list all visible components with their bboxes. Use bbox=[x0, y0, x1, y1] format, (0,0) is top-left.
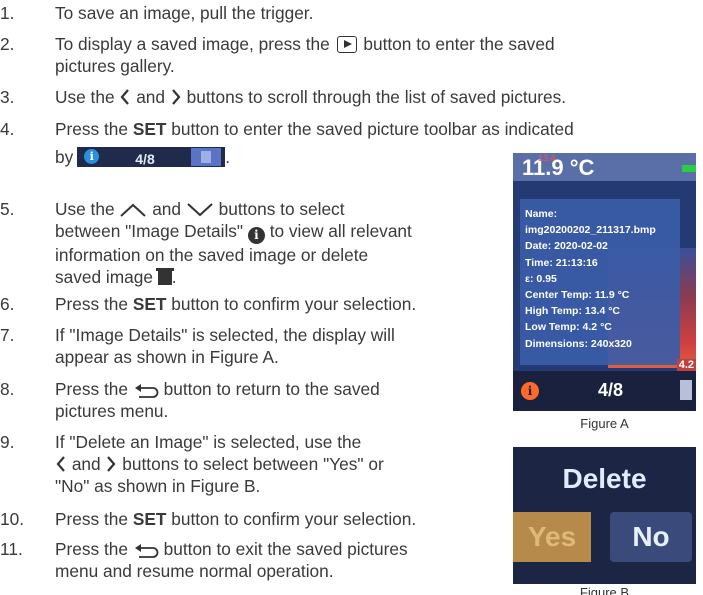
step-text: to view all relevant bbox=[269, 221, 412, 241]
step-number: 7. bbox=[0, 325, 15, 345]
no-button: No bbox=[610, 512, 692, 562]
toolbar-counter: 4/8 bbox=[135, 151, 155, 167]
play-button-icon bbox=[336, 36, 357, 53]
figure-b-caption: Figure B bbox=[579, 586, 630, 595]
detail-line: Name: bbox=[525, 208, 558, 220]
step-text: and bbox=[71, 454, 101, 474]
step-text: If "Image Details" is selected, the disp… bbox=[55, 325, 395, 345]
info-icon: i bbox=[247, 227, 265, 244]
figure-b-screen: Delete Yes No bbox=[513, 447, 696, 584]
trash-icon bbox=[680, 380, 692, 400]
step-number: 1. bbox=[0, 3, 15, 23]
step-number: 8. bbox=[0, 379, 15, 399]
step-text: Use the bbox=[55, 199, 115, 219]
step-text: button to return to the saved bbox=[163, 379, 380, 399]
chevron-right-icon bbox=[172, 89, 181, 105]
temperature-readout: 11.9 °C bbox=[522, 155, 595, 180]
chevron-left-icon bbox=[56, 456, 65, 472]
step-text: and bbox=[136, 87, 166, 107]
step-text: pictures menu. bbox=[55, 401, 169, 421]
step-number: 9. bbox=[0, 432, 15, 452]
step-number: 6. bbox=[0, 294, 15, 314]
detail-line: ε: 0.95 bbox=[525, 272, 557, 285]
image-counter: 4/8 bbox=[598, 380, 624, 400]
detail-line: Center Temp: 11.9 °C bbox=[525, 289, 630, 302]
saved-picture-toolbar-image: i 4/8 bbox=[77, 147, 226, 167]
step-text: Press the bbox=[55, 119, 128, 139]
step-text: Use the bbox=[55, 87, 115, 107]
figure-a-screen: 11.9 °C 13.4 Name: img20200202_211317.bm… bbox=[513, 153, 696, 411]
step-number: 11. bbox=[0, 539, 23, 559]
step-text: button to confirm your selection. bbox=[171, 294, 417, 314]
step-text: To display a saved image, press the bbox=[55, 34, 330, 54]
step-text: menu and resume normal operation. bbox=[55, 561, 334, 581]
step-text: To save an image, pull the trigger. bbox=[55, 3, 314, 23]
step-text: "No" as shown in Figure B. bbox=[55, 476, 261, 496]
set-label: SET bbox=[132, 509, 167, 529]
trash-icon bbox=[155, 268, 174, 285]
chevron-right-icon bbox=[107, 456, 116, 472]
step-text: button to enter the saved picture toolba… bbox=[171, 119, 574, 139]
set-label: SET bbox=[132, 119, 167, 139]
step-text: Press the bbox=[55, 379, 128, 399]
detail-line: Low Temp: 4.2 °C bbox=[525, 321, 612, 334]
delete-title: Delete bbox=[562, 463, 647, 494]
back-arrow-icon bbox=[134, 384, 159, 398]
chevron-up-icon bbox=[120, 203, 147, 217]
step-text: Press the bbox=[55, 294, 128, 314]
step-text: Press the bbox=[55, 539, 128, 559]
step-text: buttons to scroll through the list of sa… bbox=[186, 87, 567, 107]
detail-line: Time: 21:13:16 bbox=[525, 256, 598, 269]
step-text: appear as shown in Figure A. bbox=[55, 347, 279, 367]
min-temp-marker: 4.2 bbox=[676, 359, 696, 371]
step-text: If "Delete an Image" is selected, use th… bbox=[55, 432, 362, 452]
step-number: 3. bbox=[0, 87, 15, 107]
step-number: 4. bbox=[0, 119, 15, 139]
step-text: between "Image Details" bbox=[55, 221, 244, 241]
battery-icon bbox=[682, 165, 696, 172]
chevron-down-icon bbox=[187, 203, 213, 217]
detail-line: Date: 2020-02-02 bbox=[525, 240, 608, 253]
step-number: 2. bbox=[0, 34, 15, 54]
step-text: . bbox=[225, 147, 231, 167]
step-text: saved image bbox=[55, 267, 153, 287]
step-text: button to exit the saved pictures bbox=[163, 539, 408, 559]
step-text: pictures gallery. bbox=[55, 56, 175, 76]
step-text: buttons to select between "Yes" or bbox=[122, 454, 384, 474]
detail-line: High Temp: 13.4 °C bbox=[525, 305, 621, 318]
step-text: buttons to select bbox=[218, 199, 345, 219]
back-arrow-icon bbox=[134, 544, 159, 558]
chevron-left-icon bbox=[120, 89, 130, 105]
detail-line: img20200202_211317.bmp bbox=[525, 224, 656, 237]
detail-line: Dimensions: 240x320 bbox=[525, 337, 632, 350]
set-label: SET bbox=[132, 294, 167, 314]
figure-a-caption: Figure A bbox=[580, 416, 629, 431]
yes-button: Yes bbox=[513, 512, 591, 562]
step-text: button to enter the saved bbox=[363, 34, 555, 54]
info-icon: i bbox=[521, 382, 539, 400]
trash-icon bbox=[191, 148, 222, 166]
image-details-text: Name: img20200202_211317.bmp Date: 2020-… bbox=[525, 206, 656, 352]
step-number: 10. bbox=[0, 509, 25, 529]
step-text: Press the bbox=[55, 509, 128, 529]
step-text: and bbox=[152, 199, 182, 219]
step-text: information on the saved image or delete bbox=[55, 245, 369, 265]
max-temp-marker: 13.4 bbox=[538, 153, 556, 163]
step-text: by bbox=[55, 147, 74, 167]
step-text: button to confirm your selection. bbox=[171, 509, 417, 529]
info-icon: i bbox=[84, 149, 100, 164]
step-number: 5. bbox=[0, 199, 15, 219]
